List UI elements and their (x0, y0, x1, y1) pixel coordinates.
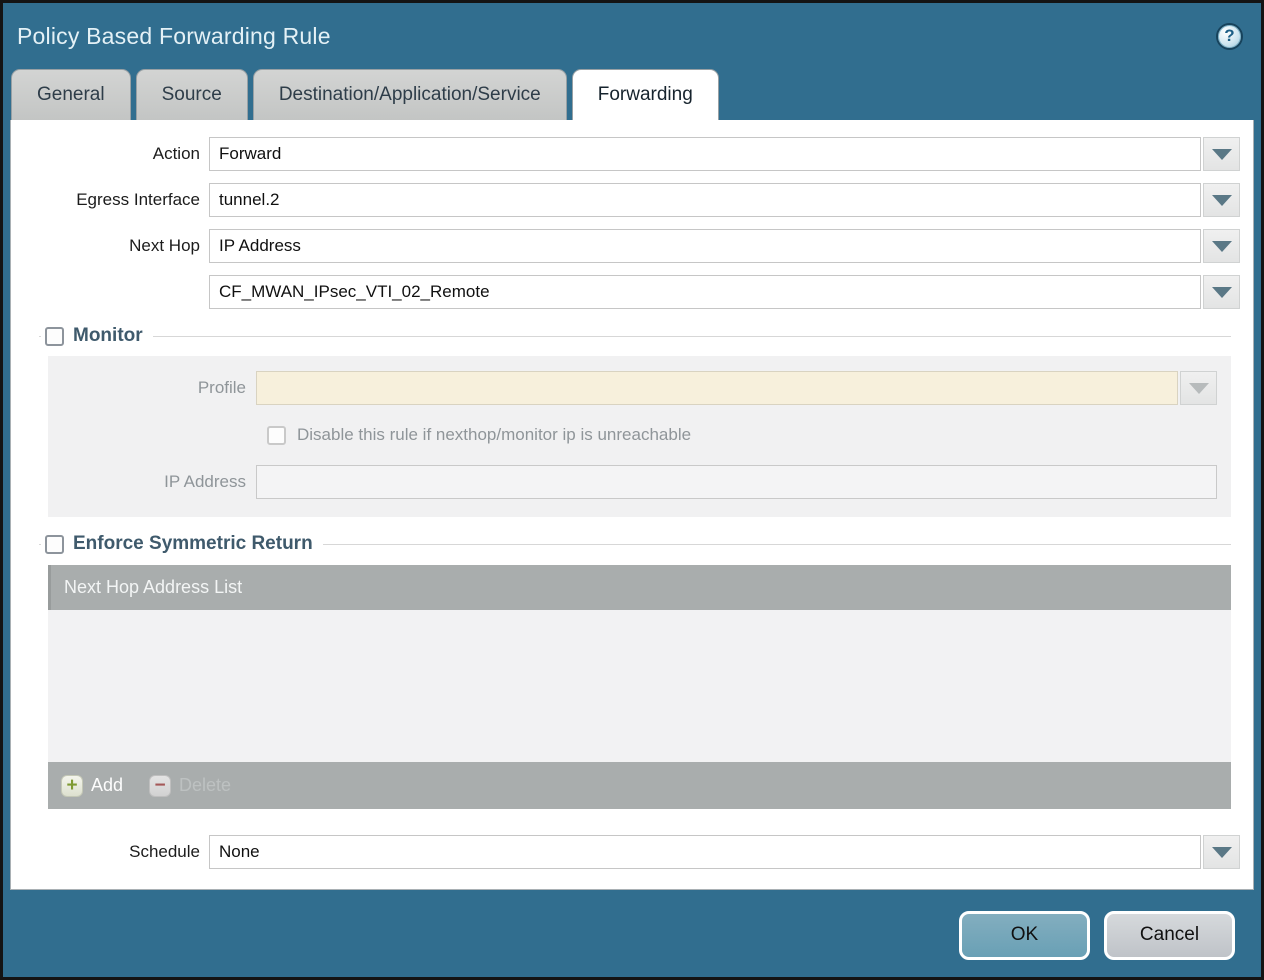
next-hop-select[interactable]: IP Address (209, 229, 1201, 263)
tab-source[interactable]: Source (136, 69, 248, 120)
monitor-ip-address-input (256, 465, 1217, 499)
pbf-rule-dialog: Policy Based Forwarding Rule ? General S… (0, 0, 1264, 980)
schedule-row: Schedule None (11, 835, 1240, 869)
action-row: Action Forward (11, 137, 1240, 171)
monitor-section: Monitor Profile Disable this rule if (39, 325, 1231, 517)
monitor-checkbox[interactable] (45, 327, 64, 346)
egress-interface-row: Egress Interface tunnel.2 (11, 183, 1240, 217)
symmetric-return-legend-label: Enforce Symmetric Return (73, 533, 313, 555)
next-hop-address-dropdown-button[interactable] (1203, 275, 1240, 309)
monitor-legend: Monitor (41, 325, 153, 347)
tab-general[interactable]: General (11, 69, 131, 120)
symmetric-return-checkbox[interactable] (45, 535, 64, 554)
ok-button[interactable]: OK (959, 911, 1090, 960)
next-hop-address-list-header: Next Hop Address List (48, 565, 1231, 610)
next-hop-address-list-body (48, 610, 1231, 762)
disable-rule-row: Disable this rule if nexthop/monitor ip … (48, 418, 1217, 452)
next-hop-address-row: CF_MWAN_IPsec_VTI_02_Remote (11, 275, 1240, 309)
disable-rule-checkbox (267, 426, 286, 445)
tab-destination-application-service[interactable]: Destination/Application/Service (253, 69, 567, 120)
help-icon[interactable]: ? (1216, 23, 1243, 50)
chevron-down-icon (1212, 195, 1232, 206)
chevron-down-icon (1212, 847, 1232, 858)
dialog-footer: OK Cancel (3, 890, 1261, 980)
symmetric-return-legend: Enforce Symmetric Return (41, 533, 323, 555)
plus-icon: + (61, 775, 83, 797)
action-label: Action (11, 144, 209, 164)
add-button[interactable]: + Add (61, 775, 123, 797)
disable-rule-label: Disable this rule if nexthop/monitor ip … (297, 425, 691, 445)
symmetric-return-section: Enforce Symmetric Return Next Hop Addres… (39, 533, 1231, 809)
schedule-select[interactable]: None (209, 835, 1201, 869)
profile-select (256, 371, 1178, 405)
action-dropdown-button[interactable] (1203, 137, 1240, 171)
cancel-button[interactable]: Cancel (1104, 911, 1235, 960)
dialog-title: Policy Based Forwarding Rule (17, 23, 331, 50)
tab-bar: General Source Destination/Application/S… (3, 69, 1261, 120)
next-hop-address-list-toolbar: + Add − Delete (48, 762, 1231, 809)
delete-button-label: Delete (179, 775, 231, 796)
next-hop-row: Next Hop IP Address (11, 229, 1240, 263)
dialog-titlebar: Policy Based Forwarding Rule ? (3, 3, 1261, 69)
minus-icon: − (149, 775, 171, 797)
monitor-ip-address-row: IP Address (48, 465, 1217, 499)
add-button-label: Add (91, 775, 123, 796)
next-hop-address-select[interactable]: CF_MWAN_IPsec_VTI_02_Remote (209, 275, 1201, 309)
monitor-legend-label: Monitor (73, 325, 143, 347)
next-hop-dropdown-button[interactable] (1203, 229, 1240, 263)
profile-label: Profile (48, 378, 256, 398)
delete-button: − Delete (149, 775, 231, 797)
tab-forwarding[interactable]: Forwarding (572, 69, 719, 120)
next-hop-label: Next Hop (11, 236, 209, 256)
egress-interface-select[interactable]: tunnel.2 (209, 183, 1201, 217)
schedule-dropdown-button[interactable] (1203, 835, 1240, 869)
egress-interface-dropdown-button[interactable] (1203, 183, 1240, 217)
monitor-body: Profile Disable this rule if nexthop/mon… (48, 356, 1231, 517)
forwarding-tab-panel: Action Forward Egress Interface tunnel.2… (10, 120, 1254, 890)
schedule-label: Schedule (11, 842, 209, 862)
action-select[interactable]: Forward (209, 137, 1201, 171)
next-hop-address-list-table: Next Hop Address List + Add − Delete (48, 565, 1231, 809)
chevron-down-icon (1212, 149, 1232, 160)
chevron-down-icon (1189, 383, 1209, 394)
profile-dropdown-button (1180, 371, 1217, 405)
profile-row: Profile (48, 371, 1217, 405)
chevron-down-icon (1212, 287, 1232, 298)
chevron-down-icon (1212, 241, 1232, 252)
monitor-ip-address-label: IP Address (48, 472, 256, 492)
egress-interface-label: Egress Interface (11, 190, 209, 210)
